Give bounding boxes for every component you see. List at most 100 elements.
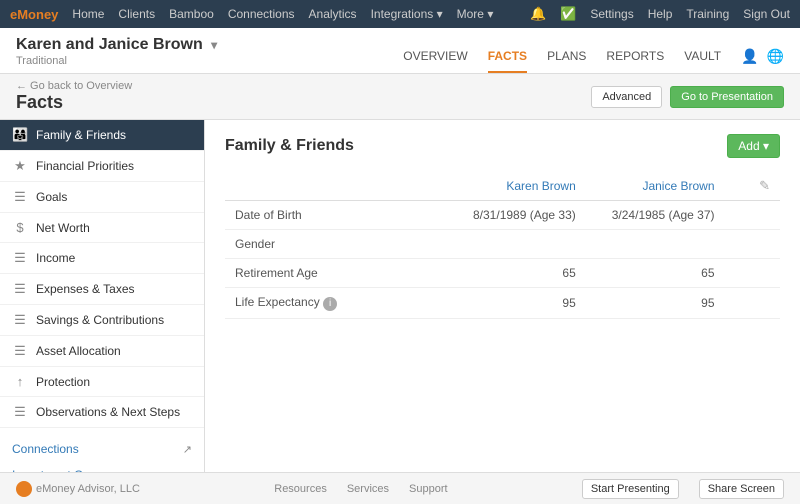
user-icon[interactable]: 👤 <box>741 48 758 65</box>
add-button[interactable]: Add ▾ <box>727 134 780 158</box>
share-screen-button[interactable]: Share Screen <box>699 479 784 499</box>
footer-resources: Resources <box>274 483 327 495</box>
footer-brand-icon <box>16 481 32 497</box>
sidebar-link-investment-groups[interactable]: Investment Groups ↗ <box>0 462 204 472</box>
sidebar-label-savings-contributions: Savings & Contributions <box>36 313 164 327</box>
breadcrumb[interactable]: ← Go back to Overview <box>16 80 132 92</box>
footer: eMoney Advisor, LLC Resources Services S… <box>0 472 800 504</box>
sidebar-item-income[interactable]: ☰ Income <box>0 243 204 274</box>
nav-analytics[interactable]: Analytics <box>309 7 357 21</box>
go-to-presentation-button[interactable]: Go to Presentation <box>670 86 784 108</box>
expenses-icon: ☰ <box>12 281 28 297</box>
sidebar-item-observations[interactable]: ☰ Observations & Next Steps <box>0 397 204 428</box>
nav-right: 🔔 ✅ Settings Help Training Sign Out <box>530 6 790 22</box>
tab-icons: 👤 🌐 <box>741 48 784 73</box>
table-row-life-expectancy: Life Expectancy i 95 95 <box>225 288 780 319</box>
row-karen-gender <box>447 230 586 259</box>
info-icon-life-expectancy[interactable]: i <box>323 297 337 311</box>
sidebar-label-family-friends: Family & Friends <box>36 128 126 142</box>
nav-items: Home Clients Bamboo Connections Analytic… <box>72 7 530 21</box>
brand-logo[interactable]: eMoney <box>10 7 58 22</box>
footer-middle: Resources Services Support <box>274 483 447 495</box>
sidebar: 👨‍👩‍👧 Family & Friends ★ Financial Prior… <box>0 120 205 472</box>
nav-training[interactable]: Training <box>686 7 729 21</box>
nav-more[interactable]: More ▾ <box>457 7 494 21</box>
connections-label: Connections <box>12 442 79 456</box>
star-icon: ★ <box>12 158 28 174</box>
row-janice-gender <box>586 230 725 259</box>
sidebar-label-income: Income <box>36 251 75 265</box>
life-expectancy-text: Life Expectancy <box>235 295 320 309</box>
row-label-dob: Date of Birth <box>225 201 447 230</box>
nav-bamboo[interactable]: Bamboo <box>169 7 214 21</box>
client-type: Traditional <box>16 55 217 67</box>
row-karen-retirement: 65 <box>447 259 586 288</box>
nav-settings[interactable]: Settings <box>590 7 633 21</box>
tab-vault[interactable]: VAULT <box>684 49 721 73</box>
settings-globe-icon[interactable]: 🌐 <box>767 48 784 65</box>
edit-icon-header[interactable]: ✎ <box>759 178 770 193</box>
data-table: Karen Brown Janice Brown ✎ Date of Birth… <box>225 172 780 319</box>
nav-signout[interactable]: Sign Out <box>743 7 790 21</box>
table-row-retirement: Retirement Age 65 65 <box>225 259 780 288</box>
footer-right: Start Presenting Share Screen <box>582 479 784 499</box>
row-dob-actions <box>725 201 781 230</box>
tab-reports[interactable]: REPORTS <box>606 49 664 73</box>
sidebar-label-expenses-taxes: Expenses & Taxes <box>36 282 135 296</box>
row-karen-life-expectancy: 95 <box>447 288 586 319</box>
sidebar-label-financial-priorities: Financial Priorities <box>36 159 134 173</box>
sidebar-item-savings-contributions[interactable]: ☰ Savings & Contributions <box>0 305 204 336</box>
row-gender-actions <box>725 230 781 259</box>
row-label-retirement: Retirement Age <box>225 259 447 288</box>
tab-overview[interactable]: OVERVIEW <box>403 49 467 73</box>
external-link-icon-connections: ↗ <box>183 443 192 456</box>
investment-groups-label: Investment Groups <box>12 468 113 472</box>
table-row-dob: Date of Birth 8/31/1989 (Age 33) 3/24/19… <box>225 201 780 230</box>
row-janice-life-expectancy: 95 <box>586 288 725 319</box>
page-header: ← Go back to Overview Facts Advanced Go … <box>0 74 800 120</box>
section-title: Family & Friends <box>225 137 354 155</box>
sidebar-item-expenses-taxes[interactable]: ☰ Expenses & Taxes <box>0 274 204 305</box>
sidebar-item-asset-allocation[interactable]: ☰ Asset Allocation <box>0 336 204 367</box>
row-life-expectancy-actions <box>725 288 781 319</box>
nav-connections[interactable]: Connections <box>228 7 295 21</box>
row-janice-retirement: 65 <box>586 259 725 288</box>
footer-logo: eMoney Advisor, LLC <box>16 481 140 497</box>
col-header-karen[interactable]: Karen Brown <box>447 172 586 201</box>
advanced-button[interactable]: Advanced <box>591 86 662 108</box>
nav-integrations[interactable]: Integrations ▾ <box>371 7 443 21</box>
client-name-text: Karen and Janice Brown <box>16 36 203 53</box>
footer-support: Support <box>409 483 448 495</box>
client-info: Karen and Janice Brown ▾ Traditional <box>16 36 217 73</box>
tab-facts[interactable]: FACTS <box>488 49 527 73</box>
table-header-row: Karen Brown Janice Brown ✎ <box>225 172 780 201</box>
main-layout: 👨‍👩‍👧 Family & Friends ★ Financial Prior… <box>0 120 800 472</box>
tab-plans[interactable]: PLANS <box>547 49 586 73</box>
page-actions: Advanced Go to Presentation <box>591 86 784 108</box>
protection-icon: ↑ <box>12 374 28 389</box>
sidebar-item-financial-priorities[interactable]: ★ Financial Priorities <box>0 151 204 182</box>
sidebar-item-goals[interactable]: ☰ Goals <box>0 182 204 213</box>
sidebar-item-family-friends[interactable]: 👨‍👩‍👧 Family & Friends <box>0 120 204 151</box>
sidebar-item-net-worth[interactable]: $ Net Worth <box>0 213 204 243</box>
row-retirement-actions <box>725 259 781 288</box>
start-presenting-button[interactable]: Start Presenting <box>582 479 679 499</box>
sidebar-label-observations: Observations & Next Steps <box>36 405 180 419</box>
nav-home[interactable]: Home <box>72 7 104 21</box>
row-label-gender: Gender <box>225 230 447 259</box>
checkmark-icon[interactable]: ✅ <box>560 6 576 22</box>
sidebar-link-connections[interactable]: Connections ↗ <box>0 436 204 462</box>
footer-services: Services <box>347 483 389 495</box>
section-header: Family & Friends Add ▾ <box>225 134 780 158</box>
table-row-gender: Gender <box>225 230 780 259</box>
nav-help[interactable]: Help <box>648 7 673 21</box>
col-header-janice[interactable]: Janice Brown <box>586 172 725 201</box>
notification-icon[interactable]: 🔔 <box>530 6 546 22</box>
client-dropdown-icon[interactable]: ▾ <box>211 38 217 52</box>
sidebar-item-protection[interactable]: ↑ Protection <box>0 367 204 397</box>
family-icon: 👨‍👩‍👧 <box>12 127 28 143</box>
nav-clients[interactable]: Clients <box>118 7 155 21</box>
asset-icon: ☰ <box>12 343 28 359</box>
client-header: Karen and Janice Brown ▾ Traditional OVE… <box>0 28 800 74</box>
sidebar-label-protection: Protection <box>36 375 90 389</box>
